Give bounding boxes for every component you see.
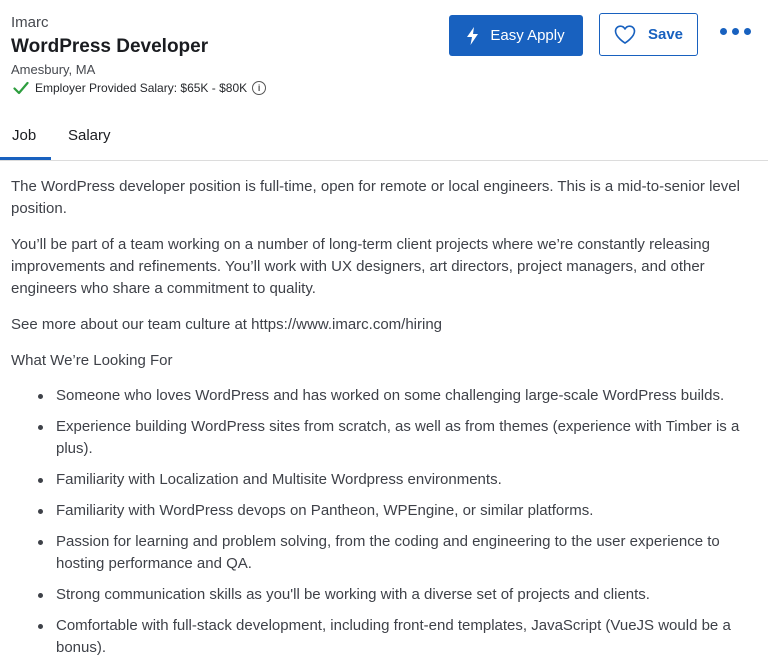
easy-apply-label: Easy Apply xyxy=(490,27,565,44)
lightning-icon xyxy=(467,26,479,45)
requirements-list: Someone who loves WordPress and has work… xyxy=(11,385,751,659)
list-item: Passion for learning and problem solving… xyxy=(38,531,751,575)
description-paragraph: The WordPress developer position is full… xyxy=(11,178,740,217)
list-item: Strong communication skills as you'll be… xyxy=(38,584,751,606)
check-icon xyxy=(13,81,29,95)
description-paragraph: See more about our team culture at https… xyxy=(11,316,443,333)
list-item: Comfortable with full-stack development,… xyxy=(38,615,751,659)
description-paragraph: You’ll be part of a team working on a nu… xyxy=(11,236,710,297)
tab-salary[interactable]: Salary xyxy=(68,127,111,144)
list-item: Familiarity with WordPress devops on Pan… xyxy=(38,500,751,522)
dot xyxy=(744,28,751,35)
easy-apply-button[interactable]: Easy Apply xyxy=(449,15,583,56)
info-icon[interactable]: i xyxy=(252,81,267,95)
job-description: The WordPress developer position is full… xyxy=(11,176,751,668)
tab-bar: Job Salary xyxy=(0,115,768,161)
more-options-icon[interactable] xyxy=(720,28,751,35)
salary-info: Employer Provided Salary: $65K - $80K i xyxy=(13,81,267,95)
job-title: WordPress Developer xyxy=(11,36,209,57)
company-name: Imarc xyxy=(11,14,49,31)
salary-value: $65K - $80K xyxy=(180,81,248,95)
tab-job[interactable]: Job xyxy=(12,127,36,144)
list-item: Someone who loves WordPress and has work… xyxy=(38,385,751,407)
active-tab-indicator xyxy=(0,157,51,160)
dot xyxy=(720,28,727,35)
list-item: Experience building WordPress sites from… xyxy=(38,416,751,460)
dot xyxy=(732,28,739,35)
section-heading: What We’re Looking For xyxy=(11,352,173,369)
list-item: Familiarity with Localization and Multis… xyxy=(38,469,751,491)
save-label: Save xyxy=(647,26,684,43)
heart-icon xyxy=(614,25,636,44)
job-location: Amesbury, MA xyxy=(11,62,96,77)
save-button[interactable]: Save xyxy=(599,13,698,56)
salary-label: Employer Provided Salary: xyxy=(35,81,178,95)
